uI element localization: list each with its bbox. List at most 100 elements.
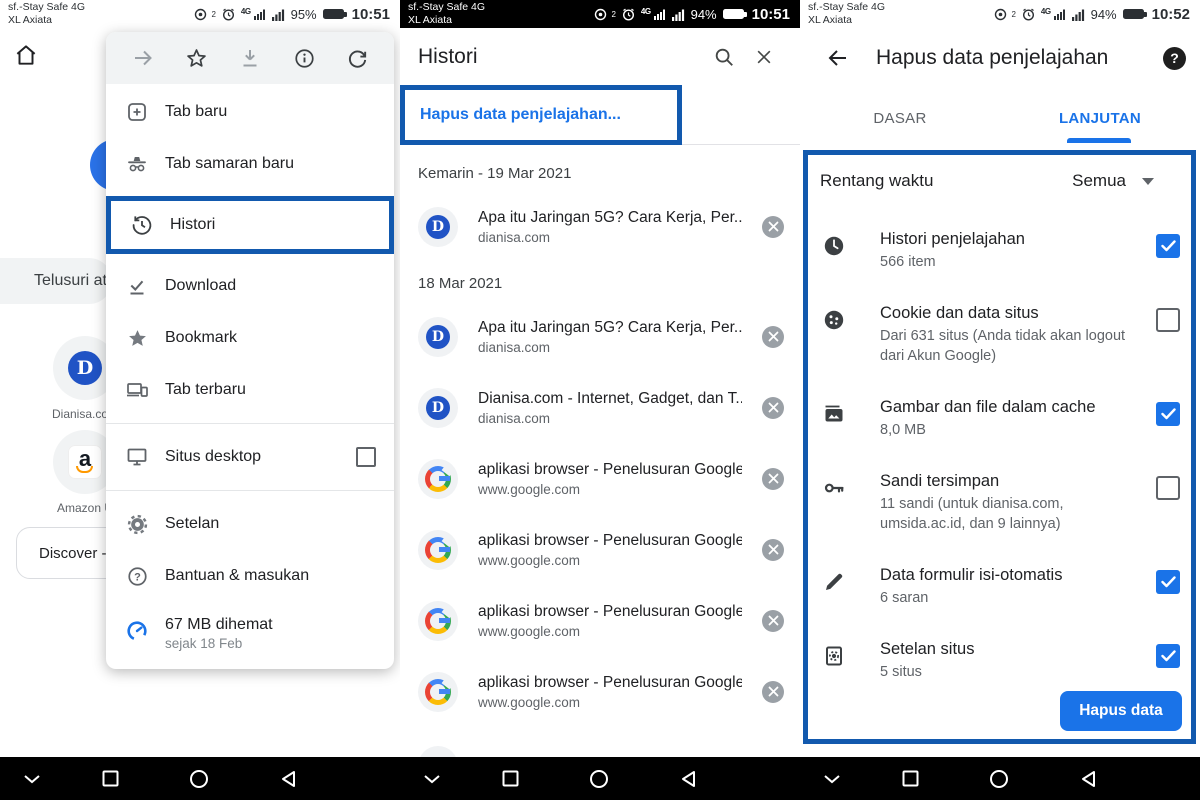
info-icon[interactable] — [293, 47, 316, 70]
clear-data-options-list: Histori penjelajahan566 item Cookie dan d… — [808, 216, 1180, 700]
remove-item-button[interactable] — [762, 326, 784, 348]
option-subtitle: 566 item — [880, 252, 1128, 272]
data-saver-row[interactable]: 67 MB dihemat sejak 18 Feb — [106, 602, 394, 658]
divider — [106, 423, 394, 424]
chrome-menu-popup: Tab baruTab samaran baru Histori Download B… — [106, 32, 394, 669]
forward-icon[interactable] — [131, 46, 155, 70]
phone-screen-history: sf.-Stay Safe 4GXL Axiata 2 4G 94% 10:51… — [400, 0, 800, 800]
active-tab-underline — [1067, 138, 1131, 143]
menu-item-setelan[interactable]: Setelan — [106, 498, 394, 550]
amazon-favicon: a — [68, 445, 102, 479]
image-icon — [822, 402, 846, 426]
checkbox[interactable] — [1156, 476, 1180, 500]
history-item-title: aplikasi browser - Penelusuran Google — [478, 674, 742, 692]
checkbox[interactable] — [1156, 570, 1180, 594]
history-row[interactable]: DApa itu Jaringan 5G? Cara Kerja, Per...… — [400, 301, 800, 372]
option-row-sandi-tersimpan[interactable]: Sandi tersimpan11 sandi (untuk dianisa.c… — [808, 458, 1180, 534]
menu-item-tab-terbaru[interactable]: Tab terbaru — [106, 364, 394, 416]
nav-hide-button[interactable] — [814, 757, 850, 800]
menu-item-tab-samaran-baru[interactable]: Tab samaran baru — [106, 138, 394, 190]
clear-browsing-data-link[interactable]: Hapus data penjelajahan... — [420, 106, 621, 124]
nav-recents-button[interactable] — [492, 757, 528, 800]
option-title: Sandi tersimpan — [880, 470, 1142, 492]
checkbox[interactable] — [1156, 402, 1180, 426]
nav-back-button[interactable] — [670, 757, 706, 800]
search-box[interactable]: Telusuri at — [0, 258, 112, 304]
remove-item-button[interactable] — [762, 610, 784, 632]
menu-item-bookmark[interactable]: Bookmark — [106, 312, 394, 364]
history-row[interactable]: aplikasi browser - Penelusuran Googlewww… — [400, 585, 800, 656]
option-title: Data formulir isi-otomatis — [880, 564, 1142, 586]
menu-item-situs-desktop[interactable]: Situs desktop — [106, 431, 394, 483]
option-row-histori-penjelajahan[interactable]: Histori penjelajahan566 item — [808, 216, 1180, 272]
history-row[interactable]: D Apa itu Jaringan 5G? Cara Kerja, Per...… — [400, 191, 800, 262]
network-type-label: 4G — [641, 7, 651, 16]
desktop-icon — [125, 445, 149, 469]
close-icon[interactable] — [744, 37, 784, 77]
battery-icon — [723, 9, 744, 19]
dianisa-favicon: D — [426, 215, 450, 239]
option-row-data-formulir-isi-otomatis[interactable]: Data formulir isi-otomatis6 saran — [808, 552, 1180, 608]
android-nav-bar — [800, 757, 1200, 800]
svg-text:?: ? — [134, 571, 141, 583]
remove-item-button[interactable] — [762, 539, 784, 561]
nav-recents-button[interactable] — [92, 757, 128, 800]
clock-icon — [822, 234, 846, 258]
search-icon[interactable] — [704, 37, 744, 77]
nav-home-button[interactable] — [981, 757, 1017, 800]
signal-bars-sim1-icon — [254, 8, 266, 20]
checkbox[interactable] — [1156, 308, 1180, 332]
time-range-row[interactable]: Rentang waktu Semua — [808, 158, 1190, 204]
signal-bars-sim1-icon — [1054, 8, 1066, 20]
refresh-icon[interactable] — [346, 47, 369, 70]
home-icon[interactable] — [13, 42, 39, 73]
google-favicon — [425, 608, 451, 634]
remove-item-button[interactable] — [762, 216, 784, 238]
star-outline-icon[interactable] — [185, 47, 208, 70]
page-title: Histori — [418, 45, 478, 69]
option-row-gambar-dan-file-dalam-cache[interactable]: Gambar dan file dalam cache8,0 MB — [808, 384, 1180, 440]
alarm-icon — [222, 8, 235, 21]
history-row[interactable]: aplikasi browser - Penelusuran Googlewww… — [400, 514, 800, 585]
menu-item-bantuan-masukan[interactable]: ?Bantuan & masukan — [106, 550, 394, 602]
battery-percent: 95% — [291, 7, 317, 22]
clear-data-button[interactable]: Hapus data — [1060, 691, 1182, 731]
history-item-title: Apa itu Jaringan 5G? Cara Kerja, Per... — [478, 209, 742, 227]
history-row[interactable]: aplikasi browser - Penelusuran Googlewww… — [400, 656, 800, 727]
option-row-setelan-situs[interactable]: Setelan situs5 situs — [808, 626, 1180, 682]
menu-item-label: Bookmark — [165, 329, 237, 347]
checkbox[interactable] — [1156, 644, 1180, 668]
battery-percent: 94% — [691, 7, 717, 22]
nav-home-button[interactable] — [581, 757, 617, 800]
signal-bars-sim2-icon — [672, 8, 685, 21]
history-row[interactable]: aplikasi browser - Penelusuran Googlewww… — [400, 443, 800, 514]
remove-item-button[interactable] — [762, 681, 784, 703]
menu-item-histori[interactable]: Histori — [111, 201, 389, 249]
desktop-site-checkbox[interactable] — [356, 447, 376, 467]
nav-hide-button[interactable] — [414, 757, 450, 800]
battery-icon — [323, 9, 344, 19]
menu-item-tab-baru[interactable]: Tab baru — [106, 86, 394, 138]
tab-lanjutan[interactable]: LANJUTAN — [1000, 98, 1200, 138]
remove-item-button[interactable] — [762, 397, 784, 419]
nav-back-button[interactable] — [270, 757, 306, 800]
tab-dasar[interactable]: DASAR — [800, 98, 1000, 138]
nav-recents-button[interactable] — [892, 757, 928, 800]
alarm-icon — [1022, 8, 1035, 21]
nav-back-button[interactable] — [1070, 757, 1106, 800]
menu-item-label: Tab terbaru — [165, 381, 246, 399]
help-icon[interactable]: ? — [1163, 47, 1186, 70]
history-item-title: aplikasi browser - Penelusuran Google — [478, 461, 742, 479]
download-icon[interactable] — [238, 46, 262, 70]
menu-item-download[interactable]: Download — [106, 260, 394, 312]
hotspot-count: 2 — [211, 10, 215, 19]
remove-item-button[interactable] — [762, 468, 784, 490]
history-row[interactable]: DDianisa.com - Internet, Gadget, dan T..… — [400, 372, 800, 443]
history-item-url: dianisa.com — [478, 340, 742, 355]
nav-hide-button[interactable] — [14, 757, 50, 800]
back-arrow-icon[interactable] — [820, 40, 856, 76]
checkbox[interactable] — [1156, 234, 1180, 258]
nav-home-button[interactable] — [181, 757, 217, 800]
hotspot-icon — [594, 8, 607, 21]
option-row-cookie-dan-data-situs[interactable]: Cookie dan data situsDari 631 situs (And… — [808, 290, 1180, 366]
